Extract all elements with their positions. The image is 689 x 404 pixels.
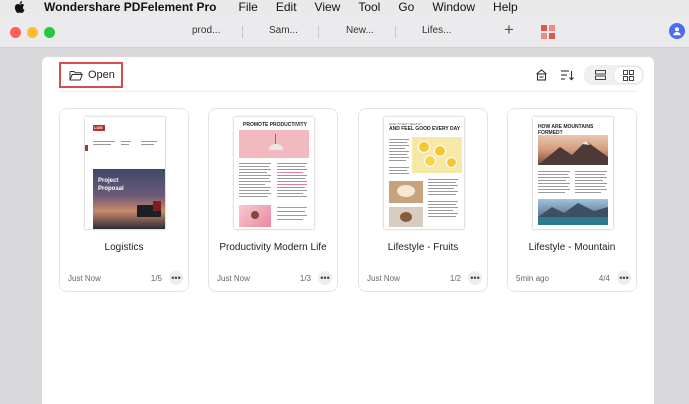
new-tab-plus-icon[interactable]: + [504,20,514,40]
apple-icon[interactable] [14,1,28,13]
more-options-icon[interactable]: ••• [318,271,332,285]
user-avatar-icon[interactable] [669,23,685,39]
coffee-image [389,207,423,227]
zoom-window-button[interactable] [44,27,55,38]
tab-productivity[interactable]: prod... [192,25,220,36]
minimize-window-button[interactable] [27,27,38,38]
document-modified-time: Just Now [217,274,250,283]
document-thumbnail[interactable]: HOW ARE MOUNTAINS FORMED? [533,117,613,229]
pdfelement-logo-icon[interactable] [541,25,555,39]
tab-separator [242,26,243,38]
food-bowl-image [389,181,423,203]
person-photo [239,205,271,227]
menu-tool[interactable]: Tool [358,0,380,14]
more-options-icon[interactable]: ••• [169,271,183,285]
view-mode-toggle [584,65,644,85]
home-tray-icon[interactable] [532,66,550,84]
tab-separator [318,26,319,38]
document-title: Productivity Modern Life [219,242,327,253]
document-thumbnail[interactable]: LOG Project Proposal [85,117,165,229]
document-thumbnail[interactable]: HOW TO EAT HEALTHY AND FEEL GOOD EVERY D… [384,117,464,229]
sort-icon[interactable] [558,66,576,84]
document-card[interactable]: HOW ARE MOUNTAINS FORMED? Lifestyle - Mo… [507,108,637,292]
menu-go[interactable]: Go [398,0,414,14]
document-card[interactable]: HOW TO EAT HEALTHY AND FEEL GOOD EVERY D… [358,108,488,292]
app-name-menu[interactable]: Wondershare PDFelement Pro [44,0,217,14]
document-card[interactable]: LOG Project Proposal Logistics Just Now … [59,108,189,292]
document-title: Logistics [104,242,144,253]
menu-file[interactable]: File [239,0,258,14]
menu-window[interactable]: Window [432,0,475,14]
library-toolbar [532,65,644,85]
document-title: Lifestyle - Fruits [387,242,459,253]
document-modified-time: Just Now [367,274,400,283]
more-options-icon[interactable]: ••• [468,271,482,285]
menu-view[interactable]: View [315,0,341,14]
document-modified-time: Just Now [68,274,101,283]
document-title: Lifestyle - Mountain [528,242,616,253]
list-view-icon[interactable] [586,67,614,83]
document-thumbnail[interactable]: PROMOTE PRODUCTIVITY [234,117,314,229]
tab-lifestyle[interactable]: Lifes... [422,25,451,36]
menu-bar: Wondershare PDFelement Pro File Edit Vie… [0,0,689,14]
lemon-slices-image [412,137,462,173]
menu-help[interactable]: Help [493,0,518,14]
document-modified-time: 5min ago [516,274,549,283]
tab-bar: prod... Sam... New... Lifes... + [0,14,689,48]
tab-sample[interactable]: Sam... [269,25,298,36]
open-button-label: Open [88,69,115,81]
more-options-icon[interactable]: ••• [617,271,631,285]
document-page-count: 1/2 [449,274,461,283]
document-card[interactable]: PROMOTE PRODUCTIVITY Productivity Modern… [208,108,338,292]
tab-separator [395,26,396,38]
window-controls [10,27,61,38]
mountain-peak-image [538,135,608,165]
tab-new[interactable]: New... [346,25,374,36]
document-page-count: 4/4 [598,274,610,283]
toolbar-divider [59,91,637,92]
menu-edit[interactable]: Edit [276,0,297,14]
grid-view-icon[interactable] [614,67,642,83]
truck-sunset-image: Project Proposal [93,169,165,229]
document-page-count: 1/5 [150,274,162,283]
lamp-image [239,130,309,158]
document-page-count: 1/3 [299,274,311,283]
open-button[interactable]: Open [59,62,123,88]
document-library-panel: Open LOG Project Proposal Logistics Just… [42,57,654,404]
mountain-lake-image [538,199,608,225]
logo-badge: LOG [93,125,105,131]
close-window-button[interactable] [10,27,21,38]
folder-open-icon [69,70,83,80]
